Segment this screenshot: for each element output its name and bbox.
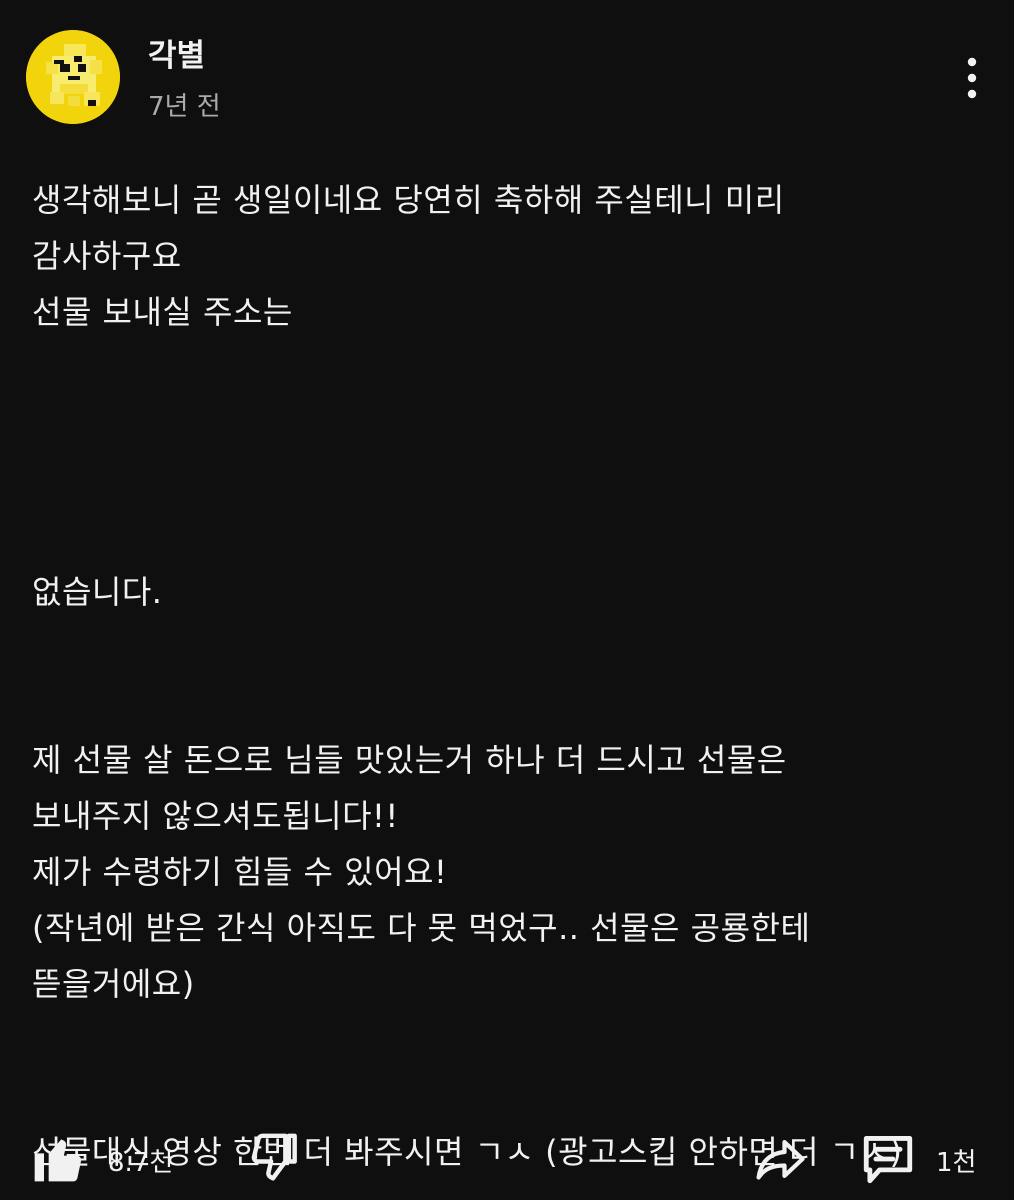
more-options-button[interactable] bbox=[962, 56, 982, 100]
comment-blank-line bbox=[32, 620, 982, 676]
share-button[interactable] bbox=[752, 1132, 808, 1190]
dislike-button[interactable] bbox=[248, 1130, 304, 1190]
comment-blank-line bbox=[32, 676, 982, 732]
comment-blank-line bbox=[32, 396, 982, 452]
comment-blank-line bbox=[32, 340, 982, 396]
avatar[interactable] bbox=[26, 30, 120, 124]
comment-timestamp[interactable]: 7년 전 bbox=[148, 86, 221, 123]
comment-icon bbox=[863, 1136, 913, 1184]
comment-line: 감사하구요 bbox=[32, 237, 182, 275]
comment-line: 제 선물 살 돈으로 님들 맛있는거 하나 더 드시고 선물은 bbox=[32, 741, 787, 779]
comment-action-bar: 8.7천 1천 bbox=[0, 1120, 1014, 1200]
comment-blank-line bbox=[32, 452, 982, 508]
comment-blank-line bbox=[32, 1012, 982, 1068]
comment-card: 각별 7년 전 생각해보니 곧 생일이네요 당연히 축하해 주실테니 미리감사하… bbox=[0, 0, 1014, 1200]
comment-line: 보내주지 않으셔도됩니다!! bbox=[32, 797, 399, 835]
reply-count: 1천 bbox=[936, 1148, 977, 1178]
share-icon bbox=[756, 1139, 805, 1180]
comment-line: 제가 수령하기 힘들 수 있어요! bbox=[32, 853, 448, 891]
comment-line: 뜯을거에요) bbox=[32, 965, 195, 1003]
like-count: 8.7천 bbox=[108, 1148, 174, 1178]
comment-line: 생각해보니 곧 생일이네요 당연히 축하해 주실테니 미리 bbox=[32, 181, 785, 219]
comment-line: 없습니다. bbox=[32, 573, 163, 611]
reply-button[interactable] bbox=[858, 1130, 918, 1192]
comment-text: 생각해보니 곧 생일이네요 당연히 축하해 주실테니 미리감사하구요선물 보내실… bbox=[32, 172, 982, 1180]
thumb-down-icon bbox=[251, 1133, 297, 1181]
comment-blank-line bbox=[32, 508, 982, 564]
more-vert-icon bbox=[967, 57, 977, 99]
comment-header: 각별 7년 전 bbox=[26, 28, 986, 128]
pixel-character-icon bbox=[26, 30, 120, 124]
comment-line: 선물 보내실 주소는 bbox=[32, 293, 293, 331]
comment-blank-line bbox=[32, 1068, 982, 1124]
comment-line: (작년에 받은 간식 아직도 다 못 먹었구.. 선물은 공룡한테 bbox=[32, 909, 811, 947]
like-button[interactable] bbox=[30, 1130, 86, 1190]
thumb-up-icon bbox=[34, 1139, 82, 1182]
author-name[interactable]: 각별 bbox=[148, 30, 205, 75]
